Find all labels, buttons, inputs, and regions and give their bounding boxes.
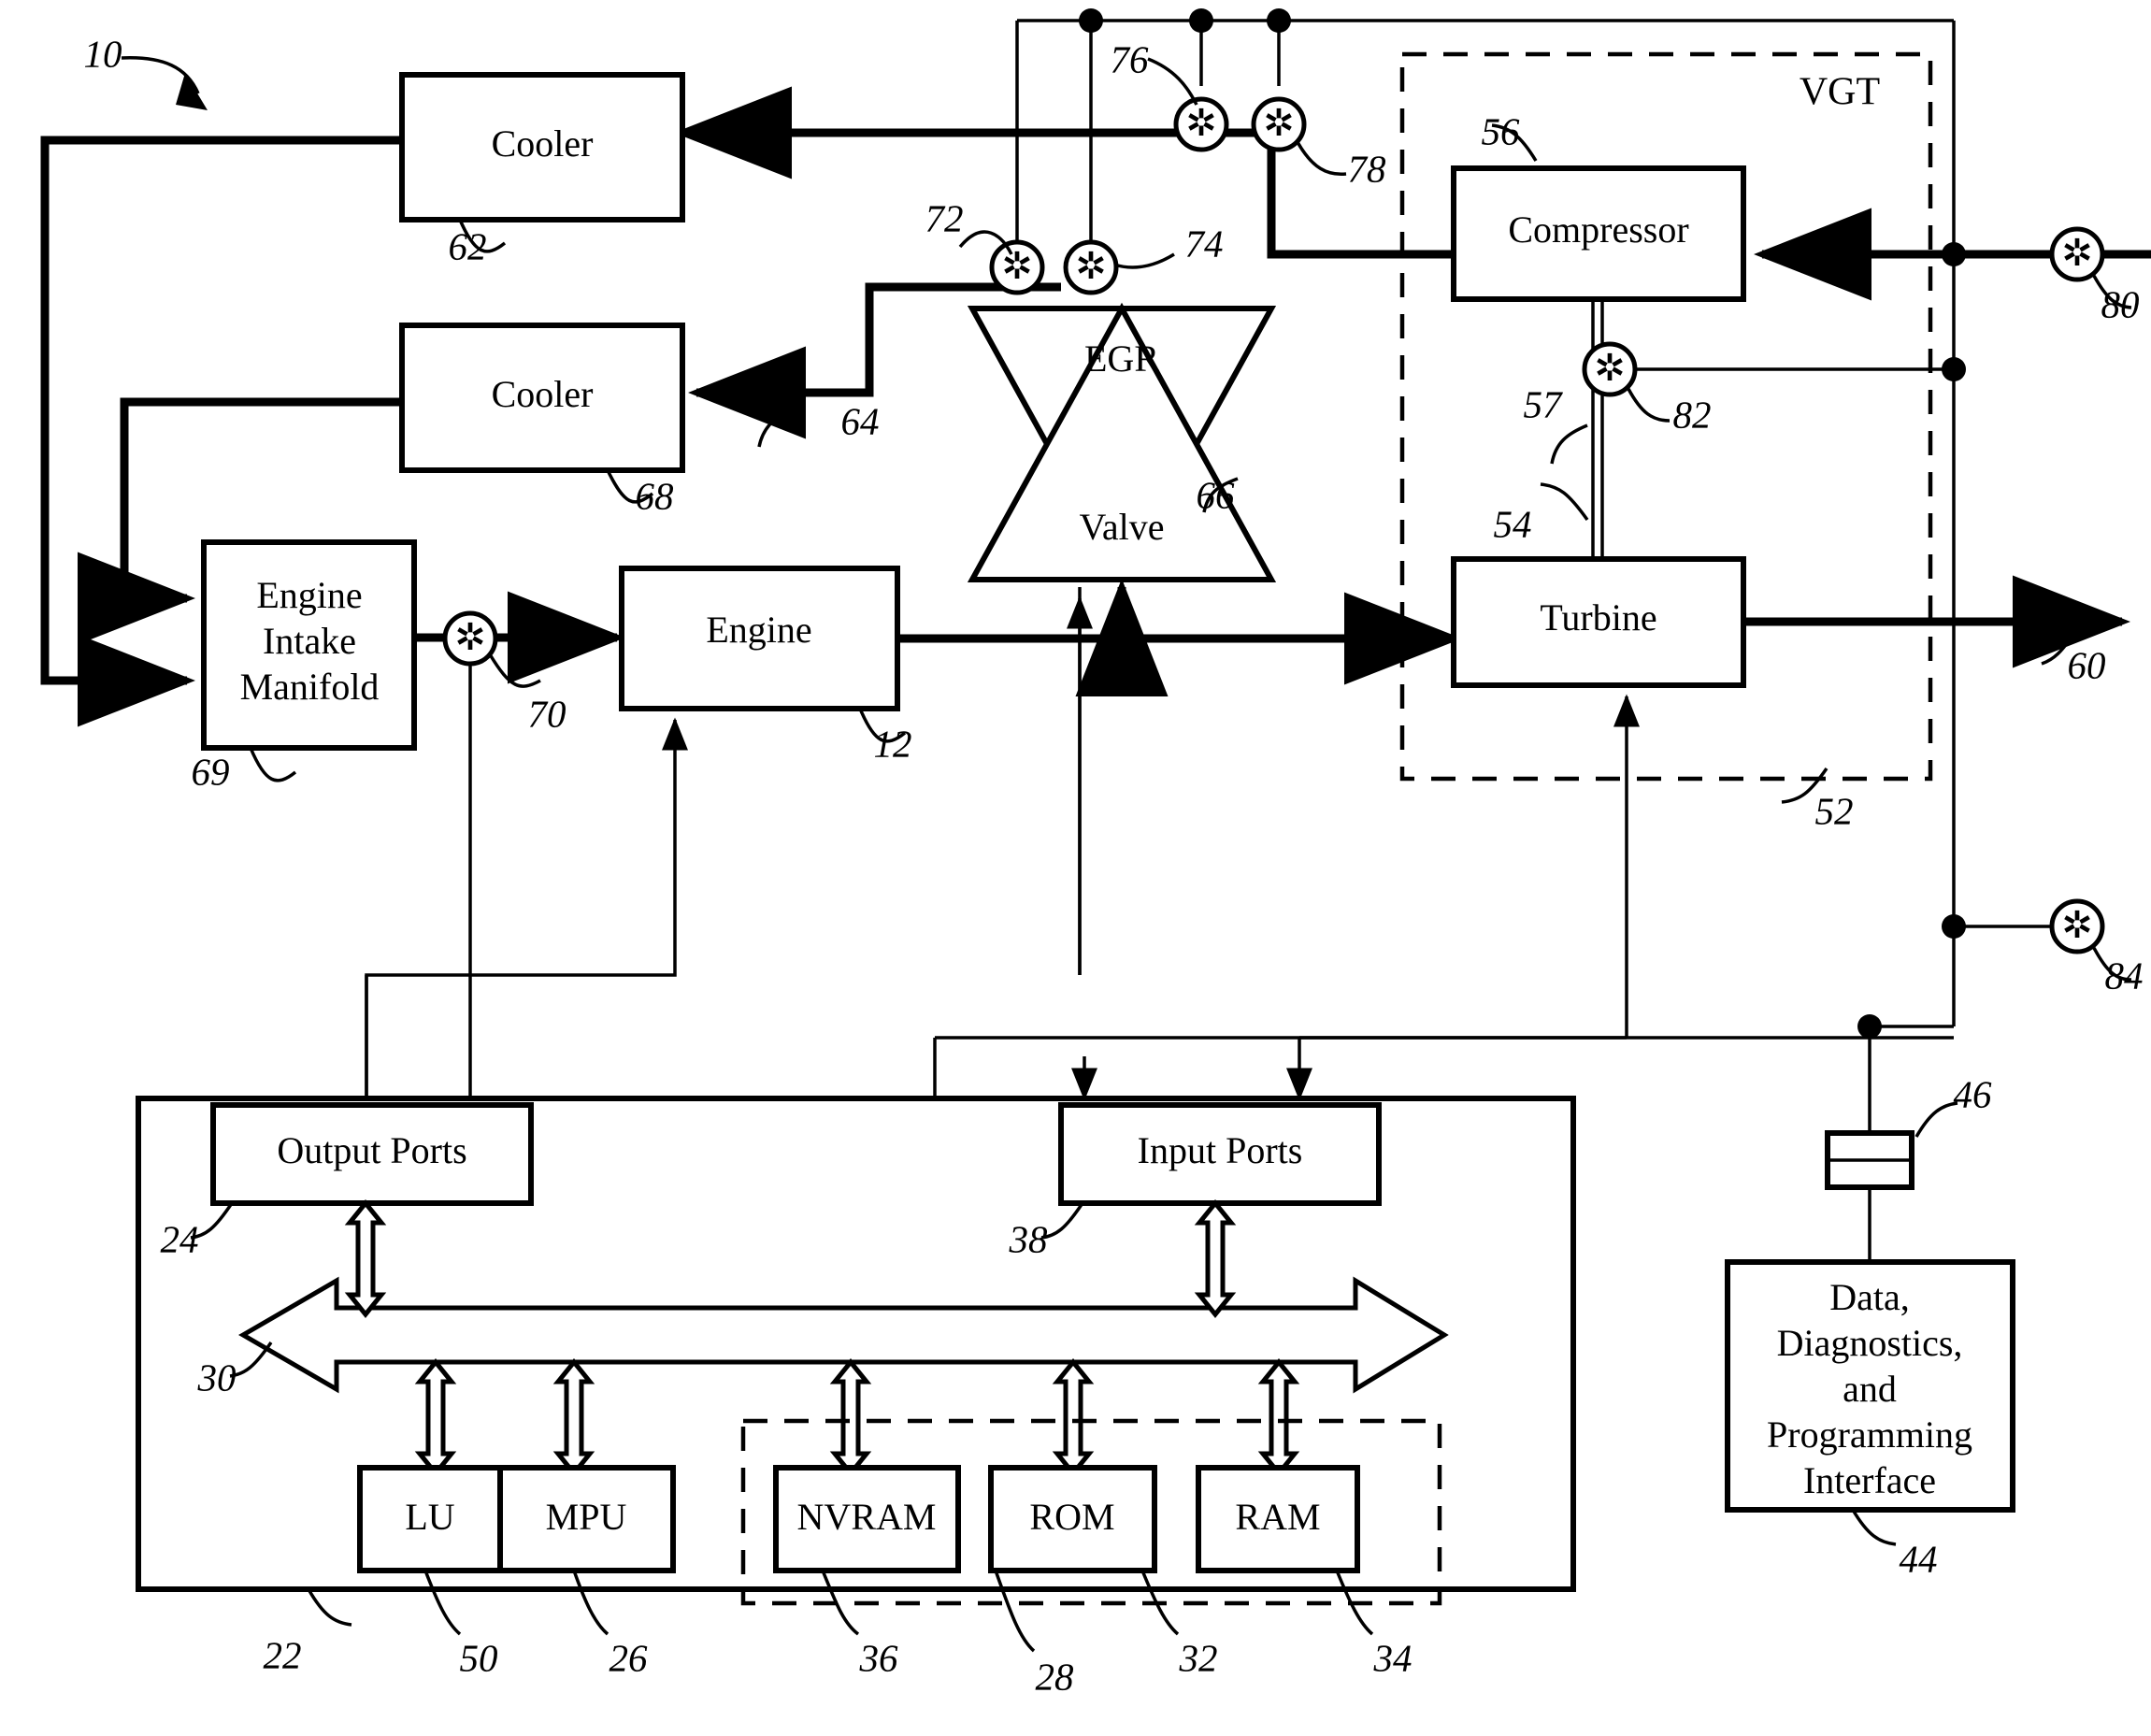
cooler-62-label: Cooler <box>492 122 594 165</box>
ref-78: 78 <box>1348 147 1387 190</box>
ref-84: 84 <box>2105 954 2144 997</box>
sensor-74: ✲ <box>1063 239 1119 295</box>
ref-64: 64 <box>841 399 880 442</box>
pipe-compressor-to-cooler62 <box>674 86 1452 259</box>
svg-text:✲: ✲ <box>2061 232 2093 274</box>
ref-32: 32 <box>1179 1636 1218 1679</box>
leader-70 <box>488 653 541 688</box>
nvram-label: NVRAM <box>797 1496 937 1538</box>
leader-10-arrowhead <box>176 73 208 110</box>
svg-text:✲: ✲ <box>1594 347 1626 389</box>
sensor-78: ✲ <box>1251 96 1307 152</box>
turbine-label: Turbine <box>1540 596 1656 638</box>
ref-76: 76 <box>1111 37 1150 80</box>
interface-label-5: Interface <box>1803 1459 1936 1501</box>
ref-38: 38 <box>1009 1217 1049 1260</box>
leader-78 <box>1296 141 1347 177</box>
svg-text:✲: ✲ <box>2061 904 2093 946</box>
sensor-76: ✲ <box>1173 96 1229 152</box>
manifold-label-2: Intake <box>263 620 356 662</box>
engine-label: Engine <box>706 609 811 651</box>
leader-64 <box>757 405 793 448</box>
mpu-label: MPU <box>546 1496 627 1538</box>
ref-74: 74 <box>1185 222 1224 265</box>
junction-dot-g <box>1857 1014 1882 1039</box>
rom-label: ROM <box>1029 1496 1114 1538</box>
ref-12: 12 <box>874 722 912 765</box>
junction-dot-b <box>1189 8 1213 33</box>
leader-22 <box>307 1588 352 1627</box>
compressor-label: Compressor <box>1508 208 1688 251</box>
svg-text:✲: ✲ <box>454 616 486 658</box>
junction-dot-d <box>1942 242 1966 266</box>
ref-10: 10 <box>84 32 122 75</box>
leader-54 <box>1540 482 1589 522</box>
ref-82: 82 <box>1673 393 1712 436</box>
ref-56: 56 <box>1482 109 1521 152</box>
sensor-70: ✲ <box>442 610 498 667</box>
wire-outputports-to-engine <box>365 717 688 1114</box>
ref-66: 66 <box>1197 473 1236 516</box>
svg-text:✲: ✲ <box>1185 102 1217 144</box>
leader-82 <box>1627 388 1671 423</box>
ref-44: 44 <box>1900 1537 1938 1580</box>
ref-57: 57 <box>1524 382 1564 425</box>
leader-44 <box>1851 1509 1897 1546</box>
output-ports-label: Output Ports <box>277 1129 466 1171</box>
interface-label-1: Data, <box>1829 1276 1910 1318</box>
junction-dot-f <box>1942 914 1966 939</box>
patent-figure-canvas: ✲ ✲ ✲ ✲ ✲ ✲ ✲ ✲ Cooler Cooler Engine Int… <box>0 0 2151 1736</box>
leader-46 <box>1914 1101 1958 1138</box>
leader-76 <box>1147 57 1198 106</box>
sensor-72: ✲ <box>989 239 1045 295</box>
manifold-label-3: Manifold <box>240 666 380 708</box>
svg-text:✲: ✲ <box>1263 102 1295 144</box>
ref-68: 68 <box>636 474 675 517</box>
interface-label-3: and <box>1843 1368 1897 1410</box>
ref-46: 46 <box>1954 1072 1993 1115</box>
ref-62: 62 <box>449 224 487 267</box>
ref-60: 60 <box>2068 643 2106 686</box>
cooler-68-label: Cooler <box>492 373 594 415</box>
ref-36: 36 <box>859 1636 899 1679</box>
junction-dot-exhaust <box>1110 626 1134 651</box>
ram-label: RAM <box>1235 1496 1320 1538</box>
sensor-80: ✲ <box>2049 226 2105 282</box>
ref-72: 72 <box>925 196 964 239</box>
leader-74 <box>1113 252 1175 269</box>
ref-26: 26 <box>609 1636 649 1679</box>
vgt-label: VGT <box>1800 71 1880 114</box>
ref-80: 80 <box>2101 282 2140 325</box>
ref-70: 70 <box>528 692 566 735</box>
interface-label-2: Diagnostics, <box>1777 1322 1963 1364</box>
lu-label: LU <box>405 1496 454 1538</box>
svg-text:✲: ✲ <box>1001 245 1033 287</box>
ref-30: 30 <box>197 1356 237 1399</box>
ref-69: 69 <box>192 750 230 793</box>
junction-dot-a <box>1079 8 1103 33</box>
leader-69 <box>249 747 297 782</box>
leader-57 <box>1550 423 1588 465</box>
sensor-84: ✲ <box>2049 898 2105 954</box>
ref-34: 34 <box>1373 1636 1412 1679</box>
valve-label: Valve <box>1079 506 1164 548</box>
ref-22: 22 <box>264 1633 302 1676</box>
junction-dot-c <box>1267 8 1291 33</box>
ref-54: 54 <box>1494 502 1532 545</box>
manifold-label-1: Engine <box>256 574 362 616</box>
ref-50: 50 <box>460 1636 498 1679</box>
sensor-82: ✲ <box>1582 341 1638 397</box>
egr-label: EGR <box>1084 337 1159 380</box>
junction-dot-e <box>1942 357 1966 381</box>
ref-28: 28 <box>1036 1655 1075 1698</box>
ref-52: 52 <box>1815 789 1854 832</box>
ref-24: 24 <box>161 1217 199 1260</box>
svg-text:✲: ✲ <box>1075 245 1107 287</box>
input-ports-label: Input Ports <box>1138 1129 1303 1171</box>
interface-label-4: Programming <box>1767 1413 1972 1456</box>
